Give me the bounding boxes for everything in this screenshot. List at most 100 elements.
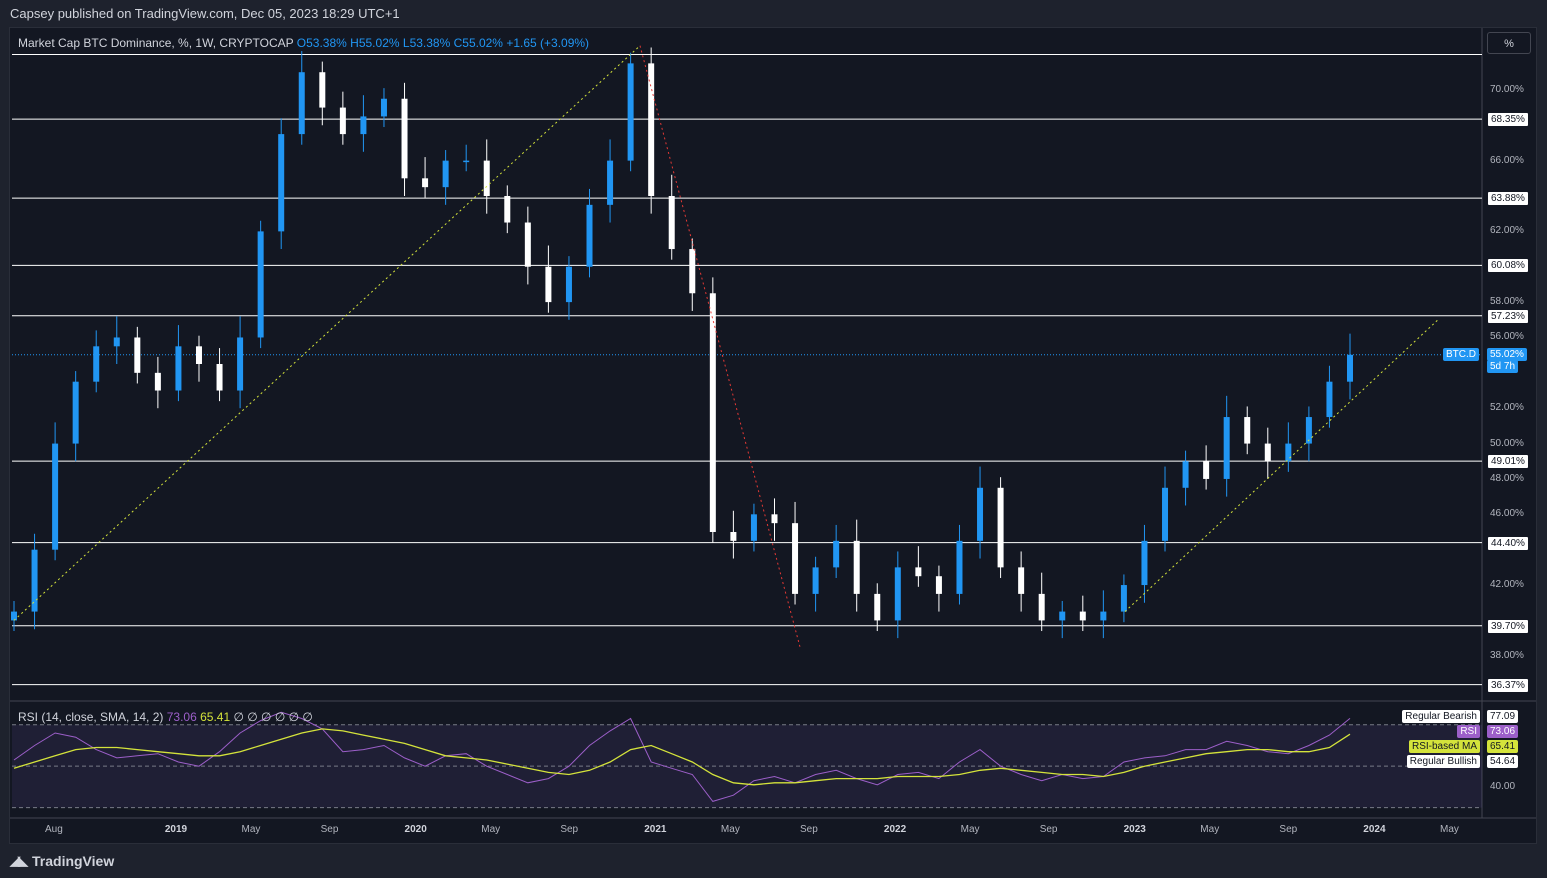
candle-body — [771, 514, 778, 524]
legend-close: C55.02% — [453, 36, 503, 50]
ascending-trendline — [13, 45, 641, 621]
time-axis-tick: Sep — [800, 824, 818, 835]
time-axis-tick: May — [1440, 824, 1459, 835]
candle-body — [668, 196, 675, 250]
time-axis-tick: Sep — [1279, 824, 1298, 835]
candle-body — [1120, 585, 1127, 612]
chart-canvas[interactable] — [0, 0, 1547, 878]
price-axis-tick: 58.00% — [1490, 296, 1524, 308]
candle-body — [586, 204, 593, 267]
candle-body — [997, 487, 1004, 568]
candle-body — [1059, 611, 1066, 621]
rsi-indicator-value-tag: 77.09 — [1487, 710, 1519, 723]
candle-body — [154, 372, 161, 391]
rsi-indicator-name-tag: Regular Bullish — [1406, 755, 1480, 768]
level-price-tag: 68.35% — [1487, 112, 1529, 128]
candle-body — [545, 266, 552, 303]
price-axis-tick: 50.00% — [1490, 437, 1524, 449]
rising-support-trendline — [1124, 319, 1439, 612]
candle-body — [1326, 381, 1333, 418]
bar-countdown-tag: 5d 7h — [1487, 359, 1519, 373]
symbol-title[interactable]: Market Cap BTC Dominance, %, 1W, CRYPTOC… — [18, 36, 293, 50]
percent-scale-button[interactable]: % — [1487, 32, 1531, 54]
candle-body — [1141, 540, 1148, 586]
candle-body — [524, 222, 531, 267]
level-price-tag: 57.23% — [1487, 308, 1529, 324]
candle-body — [216, 364, 223, 391]
rsi-indicator-name-tag: RSI — [1457, 725, 1480, 738]
level-price-tag: 39.70% — [1487, 618, 1529, 634]
rsi-indicator-value-tag: 73.06 — [1487, 725, 1519, 738]
candle-body — [853, 540, 860, 594]
candle-body — [874, 593, 881, 621]
rsi-indicator-name-tag: RSI-based MA — [1408, 740, 1480, 753]
legend-low: L53.38% — [402, 36, 451, 50]
rsi-ma-legend-value: 65.41 — [200, 710, 231, 724]
candle-body — [1100, 611, 1107, 621]
time-axis-tick: May — [481, 824, 501, 835]
candle-body — [1347, 354, 1353, 382]
time-axis-tick: 2023 — [1123, 824, 1146, 835]
candle-body — [1079, 611, 1086, 621]
candle-body — [1038, 593, 1045, 621]
price-axis-tick: 46.00% — [1490, 508, 1524, 520]
rsi-indicator-value-tag: 65.41 — [1487, 740, 1519, 753]
descending-trendline — [639, 45, 801, 648]
candle-body — [504, 196, 511, 223]
candle-body — [812, 567, 819, 594]
price-axis-tick: 52.00% — [1490, 402, 1524, 414]
legend-high: H55.02% — [350, 36, 400, 50]
time-axis-tick: 2022 — [883, 824, 907, 835]
current-price-tag: 55.02% — [1487, 347, 1527, 361]
candle-body — [935, 576, 942, 594]
price-axis-tick: 38.00% — [1490, 649, 1524, 661]
price-axis-tick: 62.00% — [1490, 225, 1524, 237]
tradingview-logo-icon: ◢◣ — [10, 853, 28, 868]
candle-body — [237, 337, 244, 391]
candle-body — [1223, 417, 1230, 479]
candle-body — [956, 540, 963, 594]
symbol-legend: Market Cap BTC Dominance, %, 1W, CRYPTOC… — [18, 36, 589, 50]
candle-body — [380, 98, 387, 117]
candle-body — [1244, 417, 1251, 444]
time-axis-tick: May — [1200, 824, 1220, 835]
candle-body — [93, 346, 100, 382]
candle-body — [52, 443, 59, 550]
candle-body — [319, 72, 326, 108]
candle-body — [648, 63, 655, 196]
candle-body — [689, 249, 696, 294]
rsi-legend: RSI (14, close, SMA, 14, 2) 73.06 65.41 … — [18, 710, 313, 724]
rsi-axis-tick: 40.00 — [1490, 780, 1516, 792]
candle-body — [360, 116, 367, 135]
candle-body — [792, 523, 799, 594]
candle-body — [113, 337, 120, 347]
time-axis-tick: 2024 — [1363, 824, 1386, 835]
rsi-indicator-name-tag: Regular Bearish — [1402, 710, 1480, 723]
candle-body — [401, 98, 408, 179]
candle-body — [607, 160, 614, 205]
candle-body — [565, 266, 572, 303]
level-price-tag: 63.88% — [1487, 191, 1529, 207]
time-axis-tick: Aug — [45, 824, 63, 835]
candle-body — [1264, 443, 1271, 462]
rsi-title[interactable]: RSI (14, close, SMA, 14, 2) — [18, 710, 163, 724]
candle-body — [1203, 461, 1210, 479]
time-axis-tick: May — [720, 824, 740, 835]
candle-body — [750, 514, 757, 541]
price-axis-tick: 42.00% — [1490, 579, 1524, 591]
candle-body — [463, 160, 470, 163]
time-axis-tick: Sep — [320, 824, 339, 835]
candle-body — [339, 107, 346, 135]
price-axis-tick: 70.00% — [1490, 83, 1524, 95]
level-price-tag: 36.37% — [1487, 677, 1529, 693]
rsi-legend-value: 73.06 — [166, 710, 197, 724]
rsi-empty-values: ∅ ∅ ∅ ∅ ∅ ∅ — [233, 710, 313, 724]
time-axis-tick: Sep — [560, 824, 579, 835]
candle-body — [1285, 443, 1292, 462]
price-axis-tick: 66.00% — [1490, 154, 1524, 166]
level-price-tag: 60.08% — [1487, 258, 1529, 274]
tradingview-logo[interactable]: ◢◣ TradingView — [10, 853, 114, 869]
candle-body — [298, 72, 305, 135]
candle-body — [730, 532, 737, 541]
legend-change: +1.65 (+3.09%) — [506, 36, 590, 50]
